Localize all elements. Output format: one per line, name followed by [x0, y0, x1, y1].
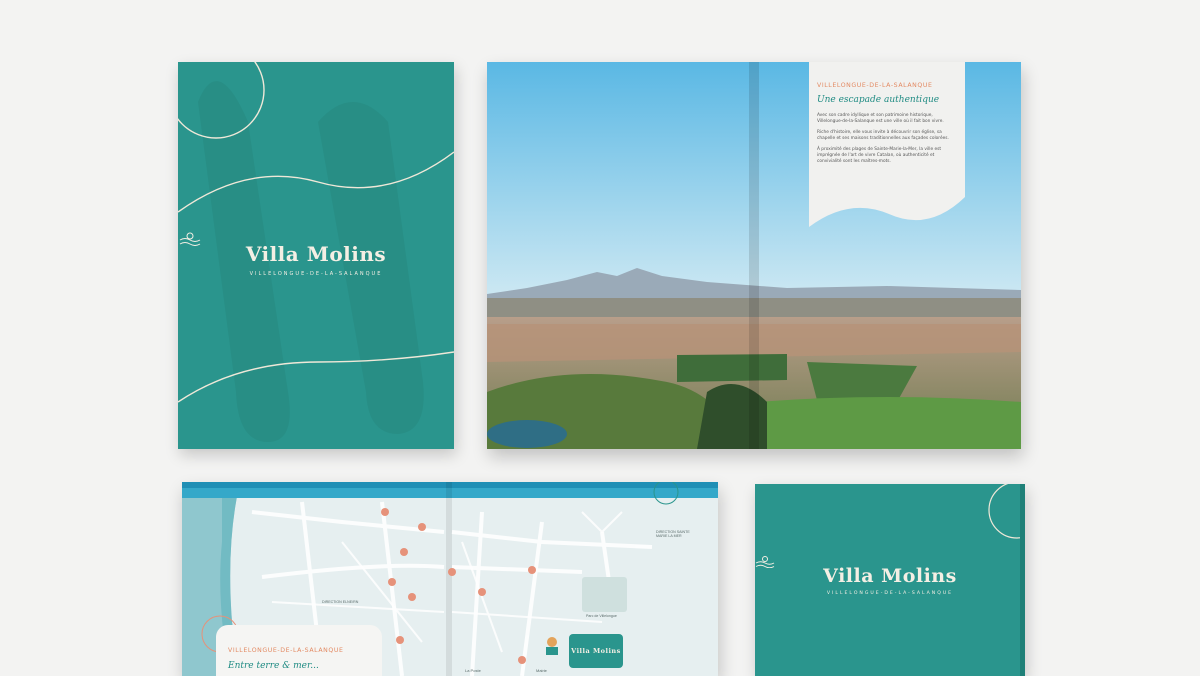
- brand-location: VILLELONGUE-DE-LA-SALANQUE: [249, 271, 383, 277]
- back-brand-name: Villa Molins: [823, 565, 957, 587]
- map-label-mairie: Mairie: [536, 668, 547, 673]
- text-card: VILLELONGUE-DE-LA-SALANQUE Une escapade …: [817, 82, 949, 170]
- logo-wave-icon: [755, 556, 775, 568]
- map-text-card: VILLELONGUE-DE-LA-SALANQUE Entre terre &…: [216, 625, 382, 676]
- map-headline: Entre terre & mer...: [228, 661, 319, 671]
- map-logo-name: Villa Molins: [571, 647, 621, 655]
- map-direction-west: DIRECTION ELNE/RN: [322, 600, 359, 604]
- spread-paragraph: À proximité des plages de Sainte-Marie-l…: [817, 146, 942, 165]
- cover-logo: Villa Molins VILLELONGUE-DE-LA-SALANQUE: [178, 232, 454, 277]
- spread-paragraph: Avec son cadre idyllique et son patrimoi…: [817, 113, 944, 125]
- brochure-back-cover: Villa Molins VILLELONGUE-DE-LA-SALANQUE: [755, 484, 1025, 676]
- back-cover-logo: Villa Molins VILLELONGUE-DE-LA-SALANQUE: [755, 556, 1025, 596]
- map-logo-badge: Villa Molins: [569, 634, 623, 668]
- brochure-map-spread: VILLELONGUE-DE-LA-SALANQUE Entre terre &…: [182, 482, 718, 676]
- map-label-park: Parc de Villelongue: [586, 614, 617, 618]
- brochure-front-cover: Villa Molins VILLELONGUE-DE-LA-SALANQUE: [178, 62, 454, 449]
- brand-name: Villa Molins: [245, 242, 387, 266]
- map-label-la-poste: La Poste: [465, 668, 481, 673]
- map-kicker: VILLELONGUE-DE-LA-SALANQUE: [228, 647, 344, 654]
- brochure-open-spread: VILLELONGUE-DE-LA-SALANQUE Une escapade …: [487, 62, 1021, 449]
- spread-body: Avec son cadre idyllique et son patrimoi…: [817, 113, 949, 166]
- spread-kicker: VILLELONGUE-DE-LA-SALANQUE: [817, 82, 933, 89]
- back-brand-location: VILLELONGUE-DE-LA-SALANQUE: [826, 591, 954, 596]
- spread-paragraph: Riche d'histoire, elle vous invite à déc…: [817, 129, 949, 142]
- logo-wave-icon: [179, 232, 201, 246]
- map-direction-east: DIRECTION SAINTE MARIE LA MER: [656, 530, 690, 538]
- spread-headline: Une escapade authentique: [817, 95, 940, 105]
